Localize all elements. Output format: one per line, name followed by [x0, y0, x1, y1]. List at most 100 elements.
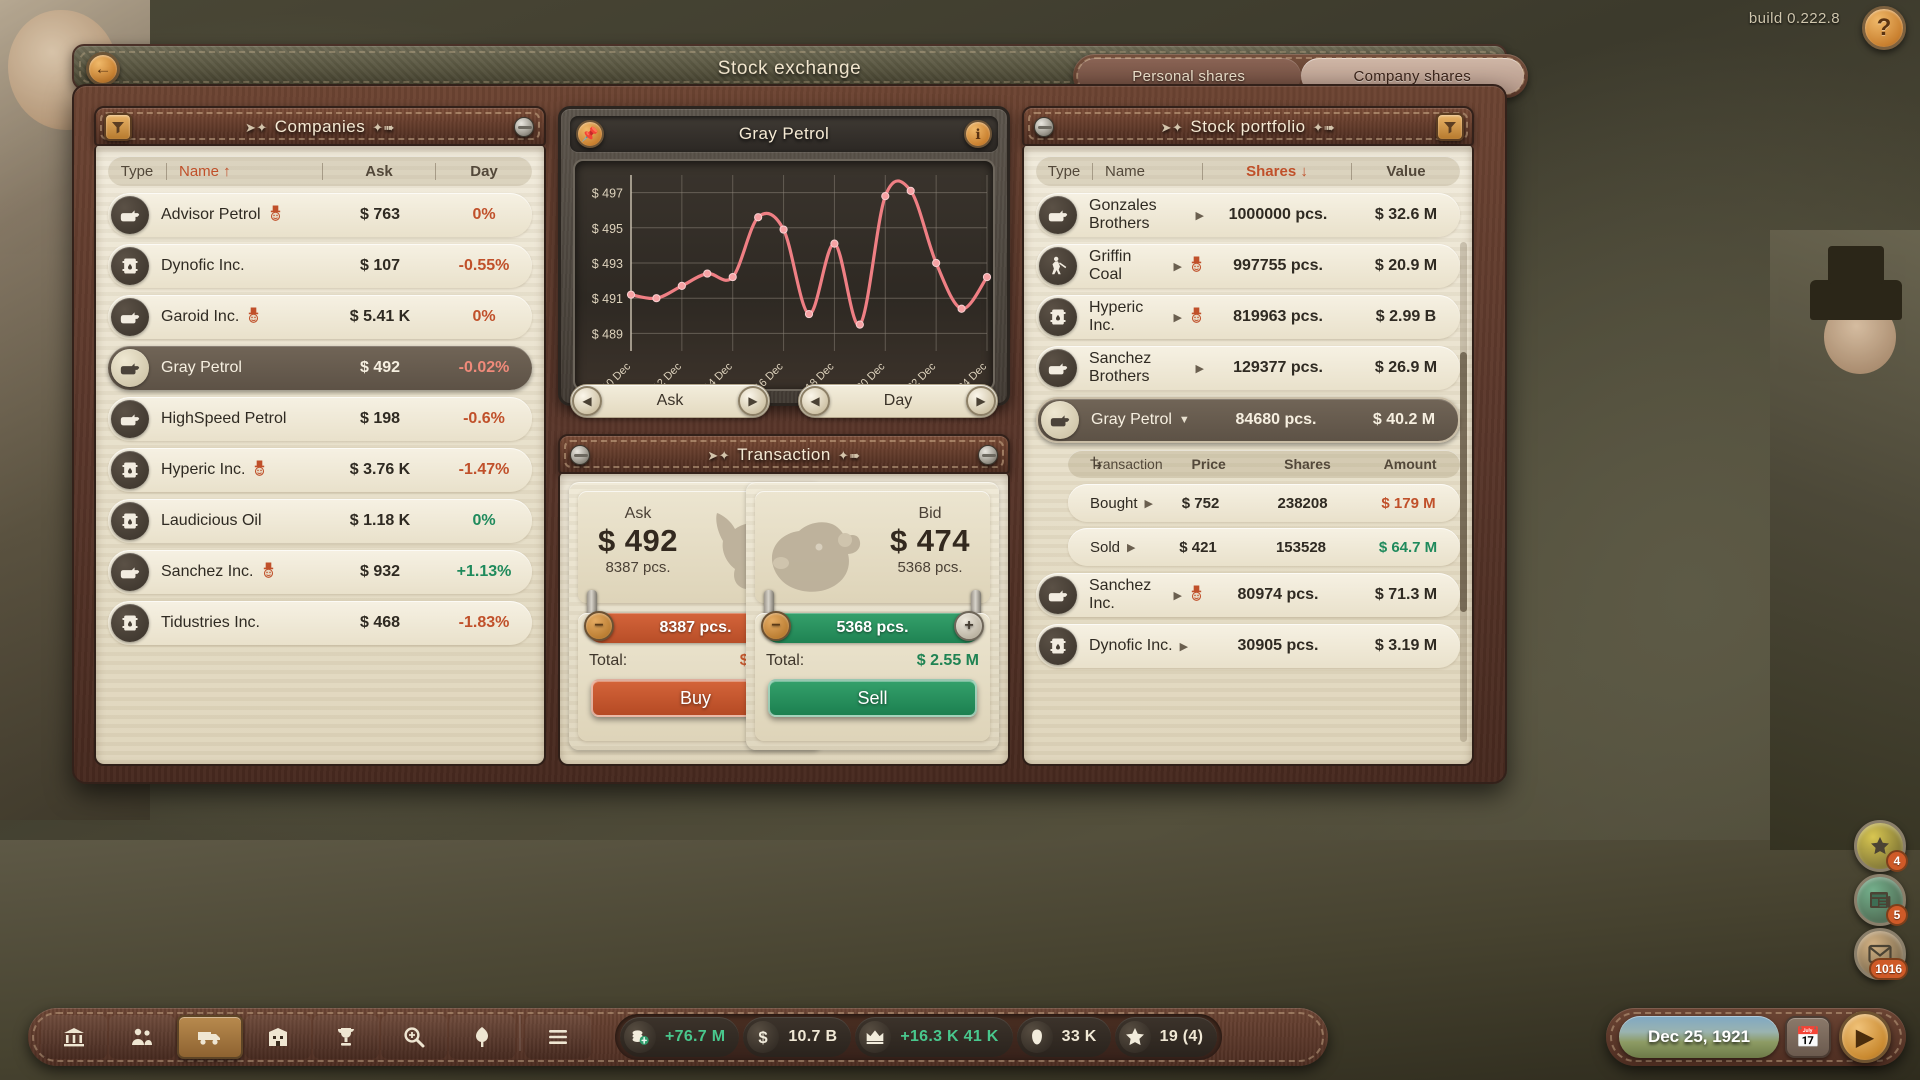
table-row[interactable]: Laudicious Oil$ 1.18 K0%	[108, 499, 532, 543]
table-row[interactable]: Dynofic Inc.$ 107-0.55%	[108, 244, 532, 288]
col-name[interactable]: Name	[1093, 163, 1202, 180]
sub-shares: 153528	[1246, 539, 1356, 556]
chevron-right-icon[interactable]: ▶	[1145, 497, 1153, 510]
advisor-tophat-icon	[1189, 256, 1204, 276]
calendar-icon[interactable]: 📅	[1785, 1016, 1831, 1058]
table-row[interactable]: Gonzales Brothers▶1000000 pcs.$ 32.6 M	[1036, 193, 1460, 237]
stock-exchange-window: ← Stock exchange Personal shares Company…	[72, 44, 1507, 784]
table-row[interactable]: Hyperic Inc.$ 3.76 K-1.47%	[108, 448, 532, 492]
table-row[interactable]: Gray Petrol▼84680 pcs.$ 40.2 M	[1036, 397, 1460, 443]
chevron-down-icon[interactable]: ▼	[1179, 414, 1190, 426]
nav-people[interactable]	[109, 1015, 175, 1059]
nav-building[interactable]	[245, 1015, 311, 1059]
sell-increment-button[interactable]: +	[954, 611, 984, 641]
ask-stepper-label: Ask	[657, 392, 684, 410]
holding-name: Hyperic Inc.	[1089, 299, 1167, 335]
nav-bank[interactable]	[41, 1015, 107, 1059]
nav-tree[interactable]	[449, 1015, 515, 1059]
holding-name: Gonzales Brothers	[1089, 197, 1189, 233]
buy-decrement-button[interactable]: −	[584, 611, 614, 641]
chevron-right-icon[interactable]: ▶	[1127, 541, 1135, 554]
screw-decoration	[978, 445, 998, 465]
table-row[interactable]: Hyperic Inc.▶819963 pcs.$ 2.99 B	[1036, 295, 1460, 339]
notification-newspaper[interactable]: 5	[1854, 874, 1906, 926]
col-shares[interactable]: Shares ↓	[1203, 163, 1351, 180]
resource-coins[interactable]: +76.7 M	[620, 1017, 739, 1057]
company-name: Laudicious Oil	[161, 512, 262, 530]
notification-star[interactable]: 4	[1854, 820, 1906, 872]
portfolio-title-row: ➤✦Stock portfolio✦➠	[1024, 108, 1472, 144]
current-date-display[interactable]: Dec 25, 1921	[1619, 1016, 1779, 1058]
nav-menu[interactable]	[525, 1015, 591, 1059]
table-row[interactable]: Sanchez Inc.▶80974 pcs.$ 71.3 M	[1036, 573, 1460, 617]
col-ask[interactable]: Ask	[323, 163, 435, 180]
company-day-change: +1.13%	[436, 563, 532, 581]
table-row[interactable]: Garoid Inc.$ 5.41 K0%	[108, 295, 532, 339]
nav-trophy[interactable]	[313, 1015, 379, 1059]
holding-value: $ 3.19 M	[1352, 637, 1460, 655]
col-value[interactable]: Value	[1352, 163, 1460, 180]
help-button[interactable]: ?	[1862, 6, 1906, 50]
col-name[interactable]: Name ↑	[167, 163, 322, 180]
table-row[interactable]: HighSpeed Petrol$ 198-0.6%	[108, 397, 532, 441]
table-row[interactable]: Griffin Coal▶997755 pcs.$ 20.9 M	[1036, 244, 1460, 288]
chart-plot-area: $ 489$ 491$ 493$ 495$ 49710 Dec12 Dec14 …	[573, 159, 995, 391]
nav-research[interactable]	[381, 1015, 447, 1059]
ask-stepper-prev[interactable]: ◀	[572, 386, 602, 416]
chart-title: Gray Petrol	[570, 116, 998, 152]
table-row[interactable]: Advisor Petrol$ 7630%	[108, 193, 532, 237]
notification-mail[interactable]: 1016	[1854, 928, 1906, 980]
svg-text:$ 497: $ 497	[592, 187, 623, 201]
ask-stepper-next[interactable]: ▶	[738, 386, 768, 416]
chevron-right-icon[interactable]: ▶	[1174, 589, 1182, 602]
sell-decrement-button[interactable]: −	[761, 611, 791, 641]
table-row[interactable]: Gray Petrol$ 492-0.02%	[108, 346, 532, 390]
sub-col-price: Price	[1163, 456, 1255, 472]
pin-icon[interactable]: 📌	[576, 120, 604, 148]
sell-button[interactable]: Sell	[768, 679, 977, 717]
ornament-right: ✦➠	[365, 120, 402, 135]
resource-dollar[interactable]: $10.7 B	[743, 1017, 851, 1057]
table-row[interactable]: Sanchez Inc.$ 932+1.13%	[108, 550, 532, 594]
resource-worker[interactable]: 33 K	[1017, 1017, 1111, 1057]
resource-star[interactable]: 19 (4)	[1115, 1017, 1218, 1057]
nav-divider	[519, 1015, 521, 1051]
sub-transaction-row[interactable]: Bought▶$ 752238208$ 179 M	[1068, 484, 1460, 522]
oil-barrel-icon	[111, 502, 149, 540]
company-ask: $ 492	[324, 359, 436, 377]
portfolio-table-rows: Gonzales Brothers▶1000000 pcs.$ 32.6 MGr…	[1024, 193, 1472, 668]
companies-title-row: ➤✦Companies✦➠	[96, 108, 544, 144]
advisor-tophat-icon	[252, 460, 267, 480]
nav-truck[interactable]	[177, 1015, 243, 1059]
chevron-right-icon[interactable]: ▶	[1174, 311, 1182, 324]
holding-value: $ 32.6 M	[1352, 206, 1460, 224]
sell-total-row: Total: $ 2.55 M	[766, 652, 979, 670]
sub-shares: 238208	[1248, 495, 1357, 512]
day-stepper-prev[interactable]: ◀	[800, 386, 830, 416]
worker-icon	[1021, 1021, 1053, 1053]
advisor-tophat-icon	[1189, 585, 1204, 605]
chevron-right-icon[interactable]: ▶	[1174, 260, 1182, 273]
ornament-right: ✦➠	[831, 448, 868, 463]
chevron-right-icon[interactable]: ▶	[1196, 362, 1204, 375]
day-stepper-next[interactable]: ▶	[966, 386, 996, 416]
info-icon[interactable]: ℹ	[964, 120, 992, 148]
oil-can-icon	[111, 298, 149, 336]
col-day[interactable]: Day	[436, 163, 532, 180]
oil-barrel-icon	[1039, 298, 1077, 336]
table-row[interactable]: Dynofic Inc.▶30905 pcs.$ 3.19 M	[1036, 624, 1460, 668]
holding-shares: 129377 pcs.	[1204, 359, 1352, 377]
portfolio-scrollbar[interactable]	[1460, 242, 1467, 742]
portfolio-filter-icon[interactable]	[1436, 113, 1464, 141]
chevron-right-icon[interactable]: ▶	[1196, 209, 1204, 222]
table-row[interactable]: Sanchez Brothers▶129377 pcs.$ 26.9 M	[1036, 346, 1460, 390]
resource-crown[interactable]: +16.3 K 41 K	[855, 1017, 1012, 1057]
buy-total-label: Total:	[589, 652, 627, 670]
oil-can-icon	[111, 196, 149, 234]
transaction-panel: ➤✦Transaction✦➠ Ask $ 492 8387 pcs.	[558, 434, 1010, 766]
play-icon[interactable]: ▶	[1839, 1011, 1891, 1063]
sub-transaction-row[interactable]: Sold▶$ 421153528$ 64.7 M	[1068, 528, 1460, 566]
chevron-right-icon[interactable]: ▶	[1180, 640, 1188, 653]
table-row[interactable]: Tidustries Inc.$ 468-1.83%	[108, 601, 532, 645]
navigation-buttons	[41, 1015, 591, 1059]
